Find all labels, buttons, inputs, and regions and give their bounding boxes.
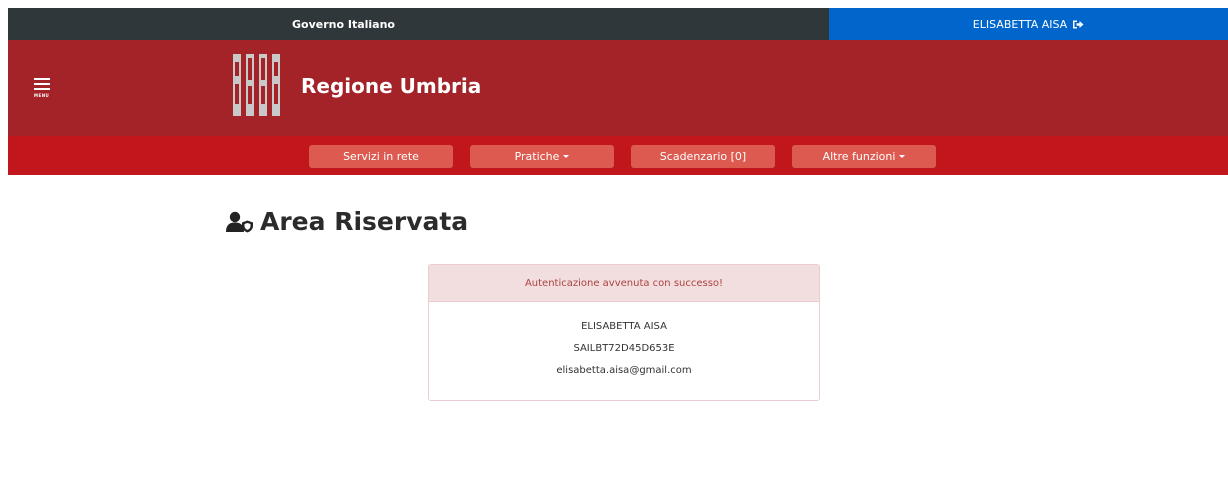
menu-label: MENU bbox=[34, 93, 50, 98]
nav-label: Scadenzario [0] bbox=[659, 150, 747, 163]
page-title-text: Area Riservata bbox=[260, 207, 469, 236]
logout-icon bbox=[1073, 20, 1084, 29]
user-logout-button[interactable]: ELISABETTA AISA bbox=[829, 8, 1228, 40]
caret-down-icon bbox=[899, 155, 906, 158]
region-name[interactable]: Regione Umbria bbox=[301, 74, 481, 98]
hamburger-icon-bar bbox=[34, 78, 50, 80]
nav-label: Altre funzioni bbox=[822, 150, 896, 163]
panel-heading: Autenticazione avvenuta con successo! bbox=[429, 265, 819, 302]
nav-pratiche[interactable]: Pratiche bbox=[470, 145, 614, 168]
main-nav: Servizi in rete Pratiche Scadenzario [0]… bbox=[8, 136, 1228, 175]
nav-altre-funzioni[interactable]: Altre funzioni bbox=[792, 145, 936, 168]
nav-label: Pratiche bbox=[514, 150, 560, 163]
caret-down-icon bbox=[563, 155, 570, 158]
hamburger-icon-bar bbox=[34, 83, 50, 85]
panel-body: ELISABETTA AISA SAILBT72D45D653E elisabe… bbox=[429, 302, 819, 386]
site-header: MENU Regione Umbria bbox=[8, 40, 1228, 136]
page-title: Area Riservata bbox=[226, 207, 468, 236]
auth-success-panel: Autenticazione avvenuta con successo! EL… bbox=[428, 264, 820, 401]
nav-scadenzario[interactable]: Scadenzario [0] bbox=[631, 145, 775, 168]
auth-success-message: Autenticazione avvenuta con successo! bbox=[524, 277, 724, 289]
user-shield-icon bbox=[226, 211, 253, 232]
region-logo-icon[interactable] bbox=[221, 52, 283, 122]
menu-button[interactable]: MENU bbox=[34, 78, 50, 98]
gov-bar: Governo Italiano bbox=[8, 8, 829, 40]
user-fiscal-code: SAILBT72D45D653E bbox=[573, 343, 675, 354]
gov-label: Governo Italiano bbox=[292, 17, 395, 31]
hamburger-icon-bar bbox=[34, 88, 50, 90]
nav-servizi-in-rete[interactable]: Servizi in rete bbox=[309, 145, 453, 168]
nav-label: Servizi in rete bbox=[343, 150, 419, 163]
user-email: elisabetta.aisa@gmail.com bbox=[556, 365, 692, 376]
top-bar: Governo Italiano ELISABETTA AISA bbox=[8, 8, 1228, 40]
user-name-label: ELISABETTA AISA bbox=[972, 17, 1068, 31]
user-full-name: ELISABETTA AISA bbox=[581, 321, 667, 332]
